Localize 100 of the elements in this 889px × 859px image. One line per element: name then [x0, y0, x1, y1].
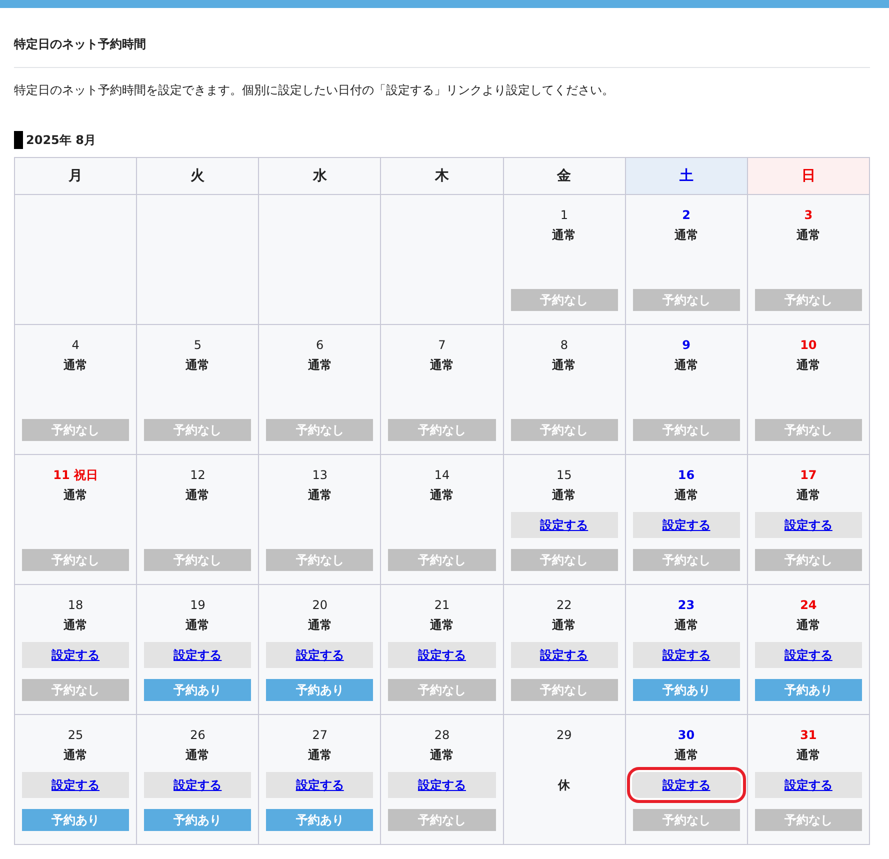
reservation-button[interactable]: 予約あり	[754, 679, 862, 701]
weekday-header: 金	[504, 158, 626, 195]
reservation-button[interactable]: 予約なし	[632, 549, 740, 571]
reservation-button[interactable]: 予約あり	[632, 679, 740, 701]
day-status: 通常	[796, 487, 820, 504]
day-status: 通常	[552, 357, 576, 374]
day-number: 12	[190, 467, 206, 484]
settings-link[interactable]: 設定する	[632, 642, 740, 668]
day-number: 10	[800, 337, 817, 354]
day-status: 通常	[186, 747, 210, 764]
reservation-button[interactable]: 予約なし	[754, 809, 862, 831]
day-status: 通常	[674, 747, 698, 764]
day-status: 休	[558, 777, 570, 794]
day-status: 通常	[430, 357, 454, 374]
reservation-button[interactable]: 予約なし	[266, 549, 374, 571]
day-status: 通常	[674, 227, 698, 244]
day-number: 1	[560, 207, 568, 224]
day-number: 26	[190, 727, 206, 744]
reservation-button[interactable]: 予約あり	[266, 679, 374, 701]
day-number: 19	[190, 597, 206, 614]
reservation-button[interactable]: 予約なし	[388, 549, 496, 571]
day-number: 2	[682, 207, 690, 224]
settings-link[interactable]: 設定する	[22, 642, 130, 668]
reservation-button[interactable]: 予約あり	[144, 679, 252, 701]
day-status: 通常	[308, 617, 332, 634]
day-number: 9	[682, 337, 690, 354]
reservation-button[interactable]: 予約なし	[388, 679, 496, 701]
day-number: 6	[316, 337, 324, 354]
reservation-button[interactable]: 予約なし	[754, 289, 862, 311]
weekday-header: 木	[381, 158, 504, 195]
heading-marker	[14, 131, 23, 149]
reservation-button[interactable]: 予約なし	[632, 419, 740, 441]
day-number: 17	[800, 467, 817, 484]
day-number: 11 祝日	[53, 467, 98, 484]
settings-link[interactable]: 設定する	[266, 642, 374, 668]
reservation-button[interactable]: 予約なし	[266, 419, 374, 441]
day-number: 18	[68, 597, 84, 614]
reservation-button[interactable]: 予約なし	[144, 419, 252, 441]
day-status: 通常	[674, 617, 698, 634]
day-status: 通常	[552, 617, 576, 634]
reservation-button[interactable]: 予約あり	[144, 809, 252, 831]
day-number: 22	[556, 597, 572, 614]
day-status: 通常	[308, 747, 332, 764]
settings-link[interactable]: 設定する	[266, 772, 374, 798]
day-number: 21	[434, 597, 450, 614]
weekday-header: 月	[15, 158, 138, 195]
reservation-button[interactable]: 予約なし	[388, 419, 496, 441]
weekday-header: 火	[137, 158, 260, 195]
day-number: 28	[434, 727, 450, 744]
reservation-button[interactable]: 予約なし	[510, 679, 618, 701]
reservation-button[interactable]: 予約なし	[632, 289, 740, 311]
reservation-button[interactable]: 予約なし	[22, 419, 130, 441]
reservation-button[interactable]: 予約なし	[510, 549, 618, 571]
settings-link[interactable]: 設定する	[22, 772, 130, 798]
day-status: 通常	[796, 227, 820, 244]
day-number: 23	[678, 597, 695, 614]
day-number: 27	[312, 727, 328, 744]
reservation-button[interactable]: 予約なし	[510, 289, 618, 311]
reservation-button[interactable]: 予約あり	[22, 809, 130, 831]
reservation-button[interactable]: 予約なし	[22, 679, 130, 701]
day-number: 7	[438, 337, 446, 354]
day-number: 4	[72, 337, 80, 354]
day-status: 通常	[430, 617, 454, 634]
month-heading: 2025年 8月	[26, 132, 96, 148]
day-status: 通常	[552, 227, 576, 244]
settings-link[interactable]: 設定する	[144, 642, 252, 668]
day-number: 3	[804, 207, 813, 224]
reservation-button[interactable]: 予約なし	[510, 419, 618, 441]
settings-link[interactable]: 設定する	[144, 772, 252, 798]
settings-link[interactable]: 設定する	[754, 772, 862, 798]
settings-link[interactable]: 設定する	[626, 767, 746, 803]
settings-link[interactable]: 設定する	[510, 512, 618, 538]
day-status: 通常	[430, 487, 454, 504]
day-number: 24	[800, 597, 817, 614]
reservation-button[interactable]: 予約なし	[754, 549, 862, 571]
settings-link[interactable]: 設定する	[754, 512, 862, 538]
settings-link[interactable]: 設定する	[510, 642, 618, 668]
day-status: 通常	[430, 747, 454, 764]
day-number: 25	[68, 727, 84, 744]
day-status: 通常	[186, 487, 210, 504]
day-status: 通常	[796, 357, 820, 374]
settings-link[interactable]: 設定する	[632, 512, 740, 538]
reservation-button[interactable]: 予約なし	[388, 809, 496, 831]
day-number: 20	[312, 597, 328, 614]
reservation-button[interactable]: 予約あり	[266, 809, 374, 831]
reservation-button[interactable]: 予約なし	[632, 809, 740, 831]
settings-link[interactable]: 設定する	[388, 642, 496, 668]
day-number: 13	[312, 467, 328, 484]
day-status: 通常	[186, 617, 210, 634]
day-status: 通常	[674, 357, 698, 374]
day-number: 30	[678, 727, 695, 744]
settings-link[interactable]: 設定する	[388, 772, 496, 798]
day-number: 5	[194, 337, 202, 354]
reservation-button[interactable]: 予約なし	[754, 419, 862, 441]
reservation-button[interactable]: 予約なし	[144, 549, 252, 571]
weekday-header: 水	[259, 158, 382, 195]
day-number: 14	[434, 467, 450, 484]
settings-link[interactable]: 設定する	[754, 642, 862, 668]
reservation-button[interactable]: 予約なし	[22, 549, 130, 571]
day-status: 通常	[308, 357, 332, 374]
